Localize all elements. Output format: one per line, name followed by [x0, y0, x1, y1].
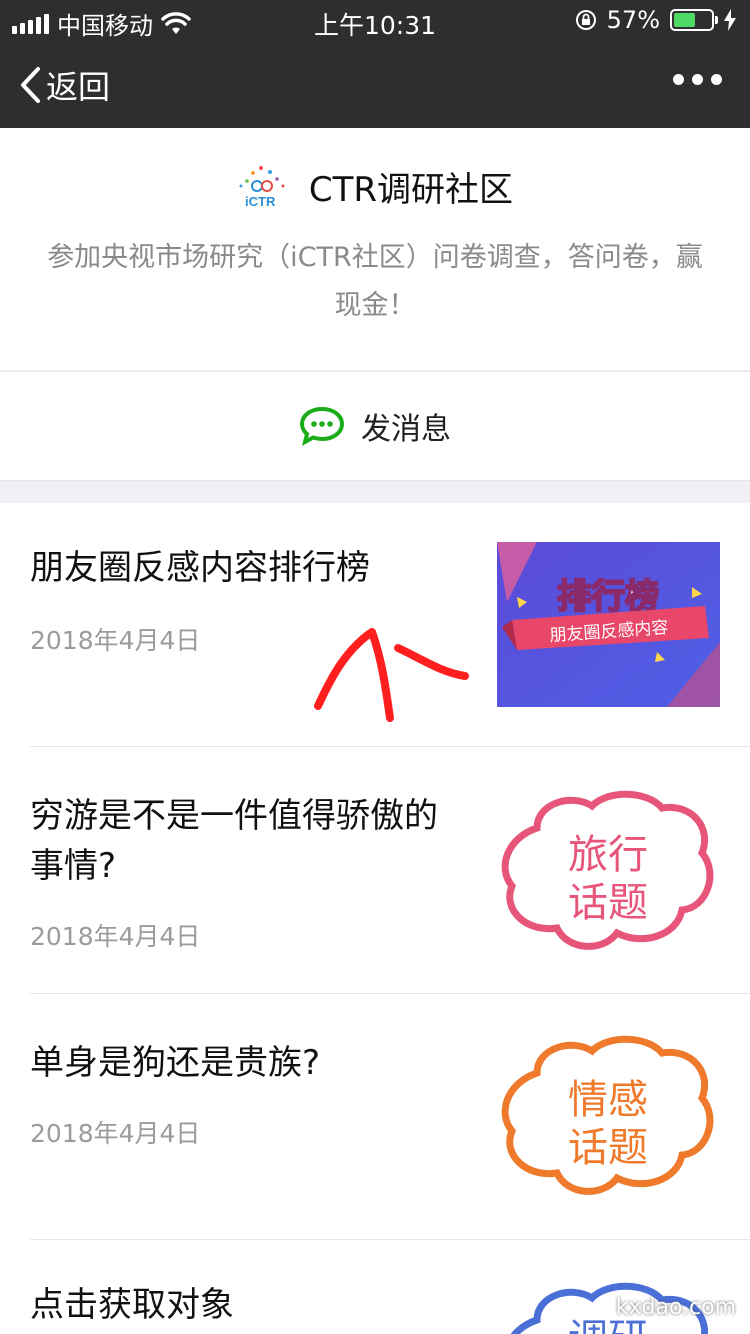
article-title: 点击获取对象 — [30, 1285, 234, 1325]
article-date: 2018年4月4日 — [30, 626, 201, 655]
article-title: 朋友圈反感内容排行榜 — [30, 548, 370, 588]
more-icon[interactable] — [673, 74, 722, 85]
logo-text: iCTR — [245, 194, 276, 209]
article-date: 2018年4月4日 — [30, 1119, 201, 1148]
ictr-logo: iCTR — [239, 165, 285, 209]
thumb-line2: 话题 — [568, 1125, 648, 1171]
article-title: 单身是狗还是贵族? — [30, 1043, 321, 1083]
account-description: 参加央视市场研究（iCTR社区）问卷调查，答问卷，赢现金！ — [47, 242, 703, 321]
article-item[interactable]: 穷游是不是一件值得骄傲的事情? 2018年4月4日 旅行 话题 — [0, 747, 750, 994]
battery-percent: 57% — [606, 6, 660, 34]
send-message-label: 发消息 — [361, 412, 451, 447]
article-item[interactable]: 单身是狗还是贵族? 2018年4月4日 情感 话题 — [0, 994, 750, 1240]
article-thumbnail: 情感 话题 — [501, 1035, 714, 1195]
article-date: 2018年4月4日 — [30, 922, 201, 951]
status-right: 57% — [575, 6, 736, 34]
chat-bubble-icon — [299, 406, 345, 446]
article-title: 穷游是不是一件值得骄傲的事情? — [30, 796, 438, 886]
account-name: CTR调研社区 — [308, 170, 514, 210]
nav-bar: 返回 — [0, 40, 750, 128]
battery-level — [674, 13, 695, 27]
thumb-line2: 话题 — [568, 880, 648, 926]
battery-icon — [670, 9, 718, 31]
status-bar: 中国移动 上午10:31 57% — [0, 0, 750, 40]
article-item[interactable]: 朋友圈反感内容排行榜 2018年4月4日 排行榜 朋友圈反感内容 — [0, 503, 750, 747]
chevron-left-icon — [21, 67, 40, 103]
thumb-line1: 旅行 — [568, 832, 648, 878]
article-thumbnail: 排行榜 朋友圈反感内容 — [497, 542, 720, 707]
account-header: iCTR CTR调研社区 参加央视市场研究（iCTR社区）问卷调查，答问卷，赢现… — [0, 128, 750, 370]
back-button[interactable]: 返回 — [18, 62, 110, 108]
watermark: kxdao.com — [615, 1295, 736, 1320]
send-message-button[interactable]: 发消息 — [0, 371, 750, 481]
thumb-line1: 情感 — [568, 1077, 648, 1123]
back-label: 返回 — [46, 68, 111, 106]
article-list: 朋友圈反感内容排行榜 2018年4月4日 排行榜 朋友圈反感内容 穷游是不是一件… — [0, 503, 750, 1334]
account-title-row: iCTR CTR调研社区 — [0, 162, 750, 211]
charging-icon — [724, 9, 736, 31]
orientation-lock-icon — [575, 10, 596, 30]
article-thumbnail: 旅行 话题 — [501, 790, 714, 950]
